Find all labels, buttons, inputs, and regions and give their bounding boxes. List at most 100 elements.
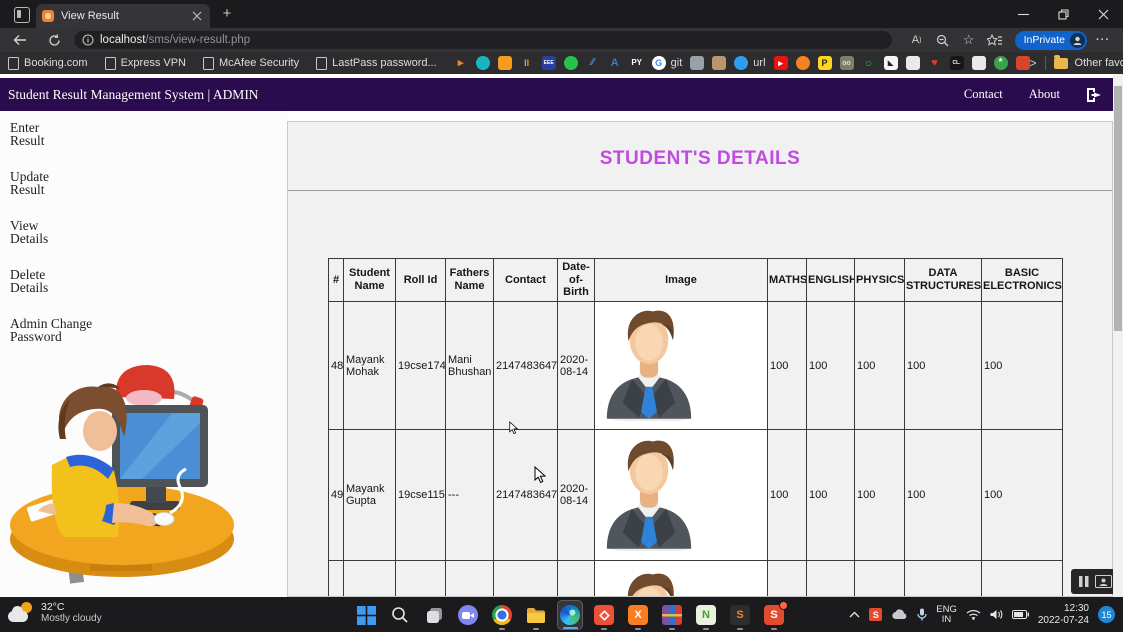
xampp-icon[interactable]: X	[625, 600, 651, 630]
col-physics: PHYSICS	[855, 259, 905, 302]
cell-student-name: Mayank Gupta	[344, 430, 396, 561]
bookmark-favicon-google-icon[interactable]: G	[652, 56, 666, 70]
search-icon[interactable]	[387, 600, 413, 630]
bookmark-favicon-eee-icon[interactable]: EEE	[542, 56, 556, 70]
onedrive-icon[interactable]	[891, 609, 908, 620]
clock[interactable]: 12:302022-07-24	[1038, 603, 1089, 627]
start-button[interactable]	[353, 600, 379, 630]
bookmark-favicon-cl-icon[interactable]: CL.	[950, 56, 964, 70]
file-explorer-icon[interactable]	[523, 600, 549, 630]
bookmark-favicon-teal-icon[interactable]	[476, 56, 490, 70]
pause-icon[interactable]	[1078, 575, 1090, 588]
sidebar-item-update-result[interactable]: Update Result	[10, 170, 120, 196]
bookmark-favicon-youtube-icon[interactable]: ▸	[774, 56, 788, 70]
language-indicator[interactable]: ENGIN	[936, 605, 957, 625]
scrollbar-thumb[interactable]	[1114, 86, 1122, 331]
cell-dob: 2020-08-14	[558, 430, 595, 561]
nav-about[interactable]: About	[1029, 87, 1060, 102]
bookmark-favicon-building-icon[interactable]	[712, 56, 726, 70]
sidebar-item-admin-change-password[interactable]: Admin Change Password	[10, 317, 120, 343]
zoom-out-icon[interactable]	[933, 31, 953, 49]
new-tab-button[interactable]: +	[219, 6, 235, 22]
settings-menu-icon[interactable]: ···	[1093, 31, 1113, 49]
winrar-icon[interactable]	[659, 600, 685, 630]
bookmark-favicon-sun-icon[interactable]	[796, 56, 810, 70]
logout-icon[interactable]	[1086, 87, 1103, 103]
bookmark-favicon-page1-icon[interactable]	[906, 56, 920, 70]
picture-in-picture-icon[interactable]	[1095, 575, 1112, 588]
back-icon[interactable]	[12, 32, 28, 48]
nav-contact[interactable]: Contact	[964, 87, 1003, 102]
bookmark-favicon-bird-page-icon[interactable]: ◣	[884, 56, 898, 70]
browser-titlebar: View Result +	[0, 0, 1123, 28]
anydesk-icon[interactable]	[591, 600, 617, 630]
bookmark-favicon-wheel-icon[interactable]: *	[994, 56, 1008, 70]
page-scrollbar[interactable]	[1113, 74, 1123, 597]
read-aloud-icon[interactable]: A)	[907, 31, 927, 49]
bookmark-item[interactable]: McAfee Security	[203, 57, 299, 70]
notepad-plus-plus-icon[interactable]: N	[693, 600, 719, 630]
battery-icon[interactable]	[1012, 610, 1029, 619]
page-icon	[8, 57, 19, 70]
bookmark-favicon-url-label[interactable]: url	[753, 57, 765, 69]
bookmark-favicon-heart-icon[interactable]: ♥	[928, 56, 942, 70]
bookmark-item[interactable]: Booking.com	[8, 57, 88, 70]
minimize-icon[interactable]	[1003, 0, 1043, 28]
browser-tab[interactable]: View Result	[36, 4, 210, 28]
notification-count-badge[interactable]: 15	[1098, 606, 1115, 623]
bookmark-favicon-page2-icon[interactable]	[972, 56, 986, 70]
title-divider	[288, 190, 1112, 191]
bookmark-favicon-ring-icon[interactable]: ○	[862, 56, 876, 70]
refresh-icon[interactable]	[46, 32, 62, 48]
cell-english: 100	[807, 302, 855, 430]
volume-icon[interactable]	[990, 609, 1003, 620]
add-favorite-icon[interactable]: ☆	[959, 31, 979, 49]
s-app-icon[interactable]: S	[761, 600, 787, 630]
bookmark-favicon-whatsapp-icon[interactable]	[564, 56, 578, 70]
bookmark-item[interactable]: Express VPN	[105, 57, 186, 70]
sublime-text-icon[interactable]: S	[727, 600, 753, 630]
cell-num: 49	[329, 430, 344, 561]
cell-roll-id: 19cse115	[396, 430, 446, 561]
notification-dot	[779, 601, 788, 610]
bookmark-favicon-py-icon[interactable]: PY	[630, 56, 644, 70]
favorites-bar-icon[interactable]	[985, 31, 1005, 49]
bookmarks-bar: Booking.com Express VPN McAfee Security …	[0, 52, 1123, 74]
site-info-icon[interactable]	[82, 34, 94, 46]
tab-close-icon[interactable]	[190, 9, 204, 23]
edge-icon[interactable]	[557, 600, 583, 630]
tray-s-app-icon[interactable]: S	[869, 608, 882, 621]
wifi-icon[interactable]	[966, 609, 981, 620]
bookmark-item[interactable]: LastPass password...	[316, 57, 437, 70]
url-path: /sms/view-result.php	[145, 34, 250, 46]
chat-icon[interactable]	[455, 600, 481, 630]
bookmark-favicon-binoculars-icon[interactable]: oo	[840, 56, 854, 70]
sidebar-item-delete-details[interactable]: Delete Details	[10, 268, 120, 294]
bookmark-favicon-camera-icon[interactable]	[690, 56, 704, 70]
restore-icon[interactable]	[1043, 0, 1083, 28]
sidebar-item-enter-result[interactable]: Enter Result	[10, 121, 120, 147]
chrome-icon[interactable]	[489, 600, 515, 630]
close-icon[interactable]	[1083, 0, 1123, 28]
bookmark-favicon-stats-icon[interactable]: ll	[520, 56, 534, 70]
bookmarks-chevron-icon[interactable]: >	[1030, 56, 1037, 70]
tray-chevron-icon[interactable]	[849, 611, 860, 618]
microphone-icon[interactable]	[917, 608, 927, 621]
sidebar: Enter Result Update Result View Details …	[0, 111, 287, 597]
bookmark-favicon-orange-badge-icon[interactable]	[498, 56, 512, 70]
bookmark-favicon-google-label[interactable]: git	[671, 57, 683, 69]
bookmark-favicon-arrow-icon[interactable]: ▸	[454, 56, 468, 70]
bookmark-favicon-red-icon[interactable]	[1016, 56, 1030, 70]
bookmark-favicon-slashes-icon[interactable]: ∕∕	[586, 56, 600, 70]
app-nav: Contact About	[964, 87, 1123, 103]
bookmark-favicon-url-icon[interactable]	[734, 56, 748, 70]
bookmark-favicon-a-blue-icon[interactable]: A	[608, 56, 622, 70]
sidebar-item-view-details[interactable]: View Details	[10, 219, 120, 245]
weather-widget[interactable]: 32°C Mostly cloudy	[8, 601, 102, 625]
url-field[interactable]: localhost/sms/view-result.php	[74, 31, 892, 49]
bookmark-favicon-p-yellow-icon[interactable]: P	[818, 56, 832, 70]
tab-actions-icon[interactable]	[14, 7, 30, 23]
task-view-icon[interactable]	[421, 600, 447, 630]
other-favorites-label[interactable]: Other favorites	[1075, 57, 1123, 69]
inprivate-badge[interactable]: InPrivate	[1015, 31, 1087, 50]
